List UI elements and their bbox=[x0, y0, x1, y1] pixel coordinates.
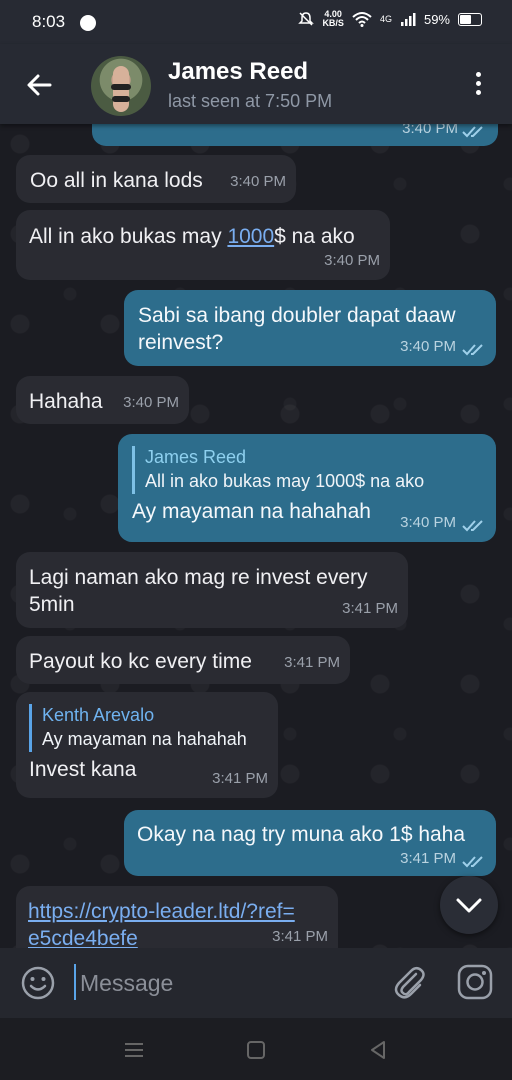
paperclip-icon[interactable] bbox=[390, 962, 428, 1002]
signal-icon bbox=[400, 13, 416, 26]
status-time: 8:03 bbox=[32, 12, 66, 31]
reply-quote[interactable]: James Reed All in ako bukas may 1000$ na… bbox=[132, 446, 482, 494]
message-bubble-outgoing[interactable]: Sabi sa ibang doubler dapat daaw reinves… bbox=[124, 290, 496, 366]
message-list[interactable]: 3:40 PM Oo all in kana lods 3:40 PM All … bbox=[0, 124, 512, 948]
system-nav-bar bbox=[0, 1018, 512, 1080]
double-check-icon bbox=[462, 344, 483, 356]
more-vertical-icon[interactable] bbox=[470, 72, 486, 102]
mute-icon bbox=[298, 12, 315, 26]
battery-percent: 59% bbox=[423, 11, 450, 27]
message-composer bbox=[0, 948, 512, 1018]
message-time: 3:41 PM bbox=[342, 600, 398, 617]
reply-quote-author: Kenth Arevalo bbox=[42, 705, 155, 725]
message-bubble-incoming[interactable]: Oo all in kana lods 3:40 PM bbox=[16, 155, 296, 203]
network-type: 4G bbox=[379, 14, 392, 24]
text-cursor bbox=[74, 964, 76, 1000]
last-seen-status: last seen at 7:50 PM bbox=[168, 91, 333, 111]
message-bubble-outgoing[interactable]: James Reed All in ako bukas may 1000$ na… bbox=[118, 434, 496, 542]
message-time: 3:41 PM bbox=[212, 770, 268, 787]
message-bubble-incoming[interactable]: Payout ko kc every time 3:41 PM bbox=[16, 636, 350, 684]
amount-link[interactable]: 1000 bbox=[227, 225, 274, 248]
emoji-icon[interactable] bbox=[20, 965, 56, 1001]
contact-avatar[interactable] bbox=[91, 56, 151, 116]
battery-icon bbox=[458, 12, 482, 26]
reply-quote-text: Ay mayaman na hahahah bbox=[42, 729, 247, 749]
recents-menu-icon[interactable] bbox=[122, 1038, 146, 1062]
network-speed: 4.00 KB/S bbox=[322, 10, 344, 28]
scroll-to-bottom-button[interactable] bbox=[440, 876, 498, 934]
back-triangle-icon[interactable] bbox=[366, 1038, 390, 1062]
reply-quote[interactable]: Kenth Arevalo Ay mayaman na hahahah bbox=[29, 704, 265, 752]
message-bubble-incoming[interactable]: Lagi naman ako mag re invest every 5min … bbox=[16, 552, 408, 628]
instagram-camera-icon[interactable] bbox=[456, 963, 494, 1001]
message-time: 3:40 PM bbox=[402, 124, 458, 137]
message-bubble-incoming[interactable]: https://crypto-leader.ltd/?ref= e5cde4be… bbox=[16, 886, 338, 948]
message-bubble-outgoing[interactable]: 3:40 PM bbox=[92, 124, 498, 146]
status-bar: 8:03 4.00 KB/S 4G 59% bbox=[0, 0, 512, 44]
message-input[interactable] bbox=[78, 960, 382, 1006]
message-time: 3:40 PM bbox=[324, 252, 380, 269]
double-check-icon bbox=[462, 856, 483, 868]
message-text: Lagi naman ako mag re invest every 5min bbox=[29, 566, 368, 616]
reply-quote-text: All in ako bukas may 1000$ na ako bbox=[145, 471, 425, 491]
message-text: All in ako bukas may 1000$ na ako bbox=[29, 223, 377, 250]
reply-quote-author: James Reed bbox=[145, 447, 247, 467]
message-time: 3:40 PM bbox=[400, 338, 456, 355]
message-text: Okay na nag try muna ako 1$ haha bbox=[137, 823, 466, 846]
message-bubble-incoming[interactable]: Hahaha 3:40 PM bbox=[16, 376, 189, 424]
message-time: 3:40 PM bbox=[400, 514, 456, 531]
chat-header: James Reed last seen at 7:50 PM bbox=[0, 44, 512, 124]
network-speed-unit: KB/S bbox=[322, 18, 344, 28]
messenger-icon bbox=[80, 15, 96, 31]
message-text-part: All in ako bukas may bbox=[29, 225, 228, 248]
message-bubble-incoming[interactable]: Kenth Arevalo Ay mayaman na hahahah Inve… bbox=[16, 692, 278, 798]
message-text-part: $ na ako bbox=[274, 225, 355, 248]
message-time: 3:41 PM bbox=[272, 928, 328, 945]
double-check-icon bbox=[462, 520, 483, 532]
message-time: 3:40 PM bbox=[230, 173, 286, 190]
back-arrow-icon[interactable] bbox=[24, 70, 54, 100]
message-bubble-outgoing[interactable]: Okay na nag try muna ako 1$ haha 3:41 PM bbox=[124, 810, 496, 876]
status-icons: 4.00 KB/S 4G 59% bbox=[298, 10, 482, 28]
contact-name[interactable]: James Reed bbox=[168, 58, 308, 86]
message-time: 3:41 PM bbox=[400, 850, 456, 867]
double-check-icon bbox=[462, 126, 483, 138]
wifi-icon bbox=[352, 12, 372, 27]
home-square-icon[interactable] bbox=[244, 1038, 268, 1062]
chevron-down-icon bbox=[456, 898, 482, 913]
message-bubble-incoming[interactable]: All in ako bukas may 1000$ na ako 3:40 P… bbox=[16, 210, 390, 280]
message-link-line: https://crypto-leader.ltd/?ref= bbox=[28, 900, 295, 923]
message-time: 3:41 PM bbox=[284, 654, 340, 671]
message-time: 3:40 PM bbox=[123, 394, 179, 411]
